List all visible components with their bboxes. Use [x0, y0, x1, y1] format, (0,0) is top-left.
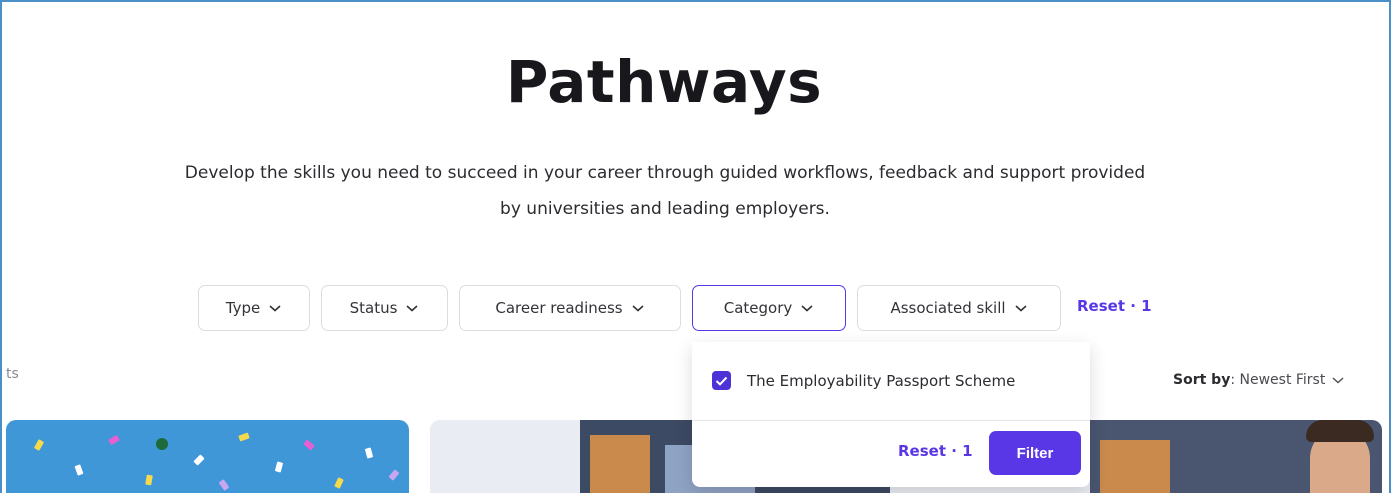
career-readiness-filter[interactable]: Career readiness [459, 285, 681, 331]
confetti-piece [388, 469, 400, 481]
confetti-piece [193, 454, 205, 466]
confetti-piece [238, 432, 250, 442]
chevron-down-icon [801, 305, 813, 312]
category-option-employability-passport[interactable]: The Employability Passport Scheme [712, 371, 1015, 390]
subtitle-line-2: by universities and leading employers. [500, 199, 830, 219]
office-shelf [590, 435, 650, 493]
confetti-piece [108, 434, 120, 446]
chevron-down-icon [406, 305, 418, 312]
dropdown-divider [692, 420, 1090, 421]
associated-skill-filter[interactable]: Associated skill [857, 285, 1061, 331]
confetti-piece [74, 464, 84, 476]
results-count-fragment: ts [6, 366, 19, 382]
page-title: Pathways [505, 48, 823, 116]
category-filter-label: Category [723, 299, 793, 317]
chevron-down-icon [1332, 377, 1344, 384]
filter-bar: Type Status Career readiness Category As… [0, 285, 1391, 331]
chevron-down-icon [269, 305, 281, 312]
sort-text: Sort by: Newest First [1173, 372, 1325, 388]
confetti-piece [334, 477, 344, 489]
career-readiness-filter-label: Career readiness [495, 299, 623, 317]
sort-label: Sort by [1173, 372, 1231, 388]
confetti-piece [33, 439, 45, 451]
confetti-piece [303, 439, 315, 451]
associated-skill-filter-label: Associated skill [890, 299, 1006, 317]
category-option-label: The Employability Passport Scheme [747, 371, 1016, 390]
confetti-piece [145, 474, 153, 486]
type-filter[interactable]: Type [198, 285, 310, 331]
sort-value: : Newest First [1230, 372, 1326, 388]
type-filter-label: Type [225, 299, 261, 317]
dropdown-reset-link[interactable]: Reset · 1 [898, 442, 973, 460]
person-hair [1306, 420, 1374, 442]
reset-filters-link[interactable]: Reset · 1 [1077, 297, 1152, 315]
status-filter-label: Status [349, 299, 398, 317]
checkmark-icon [715, 376, 728, 386]
pathway-card-image-confetti[interactable] [6, 420, 409, 493]
confetti-piece [156, 438, 168, 450]
sort-dropdown[interactable]: Sort by: Newest First [1173, 372, 1345, 388]
confetti-piece [274, 461, 284, 473]
category-filter[interactable]: Category [692, 285, 846, 331]
office-shelf [1100, 440, 1170, 493]
chevron-down-icon [632, 305, 644, 312]
status-filter[interactable]: Status [321, 285, 448, 331]
confetti-piece [218, 479, 230, 491]
filter-button[interactable]: Filter [989, 431, 1081, 475]
subtitle-line-1: Develop the skills you need to succeed i… [184, 163, 1146, 183]
confetti-piece [364, 447, 374, 459]
page-subtitle: Develop the skills you need to succeed i… [60, 155, 1270, 227]
category-dropdown-panel: The Employability Passport Scheme Reset … [692, 342, 1090, 487]
chevron-down-icon [1014, 305, 1027, 312]
checkbox-checked[interactable] [712, 371, 731, 390]
